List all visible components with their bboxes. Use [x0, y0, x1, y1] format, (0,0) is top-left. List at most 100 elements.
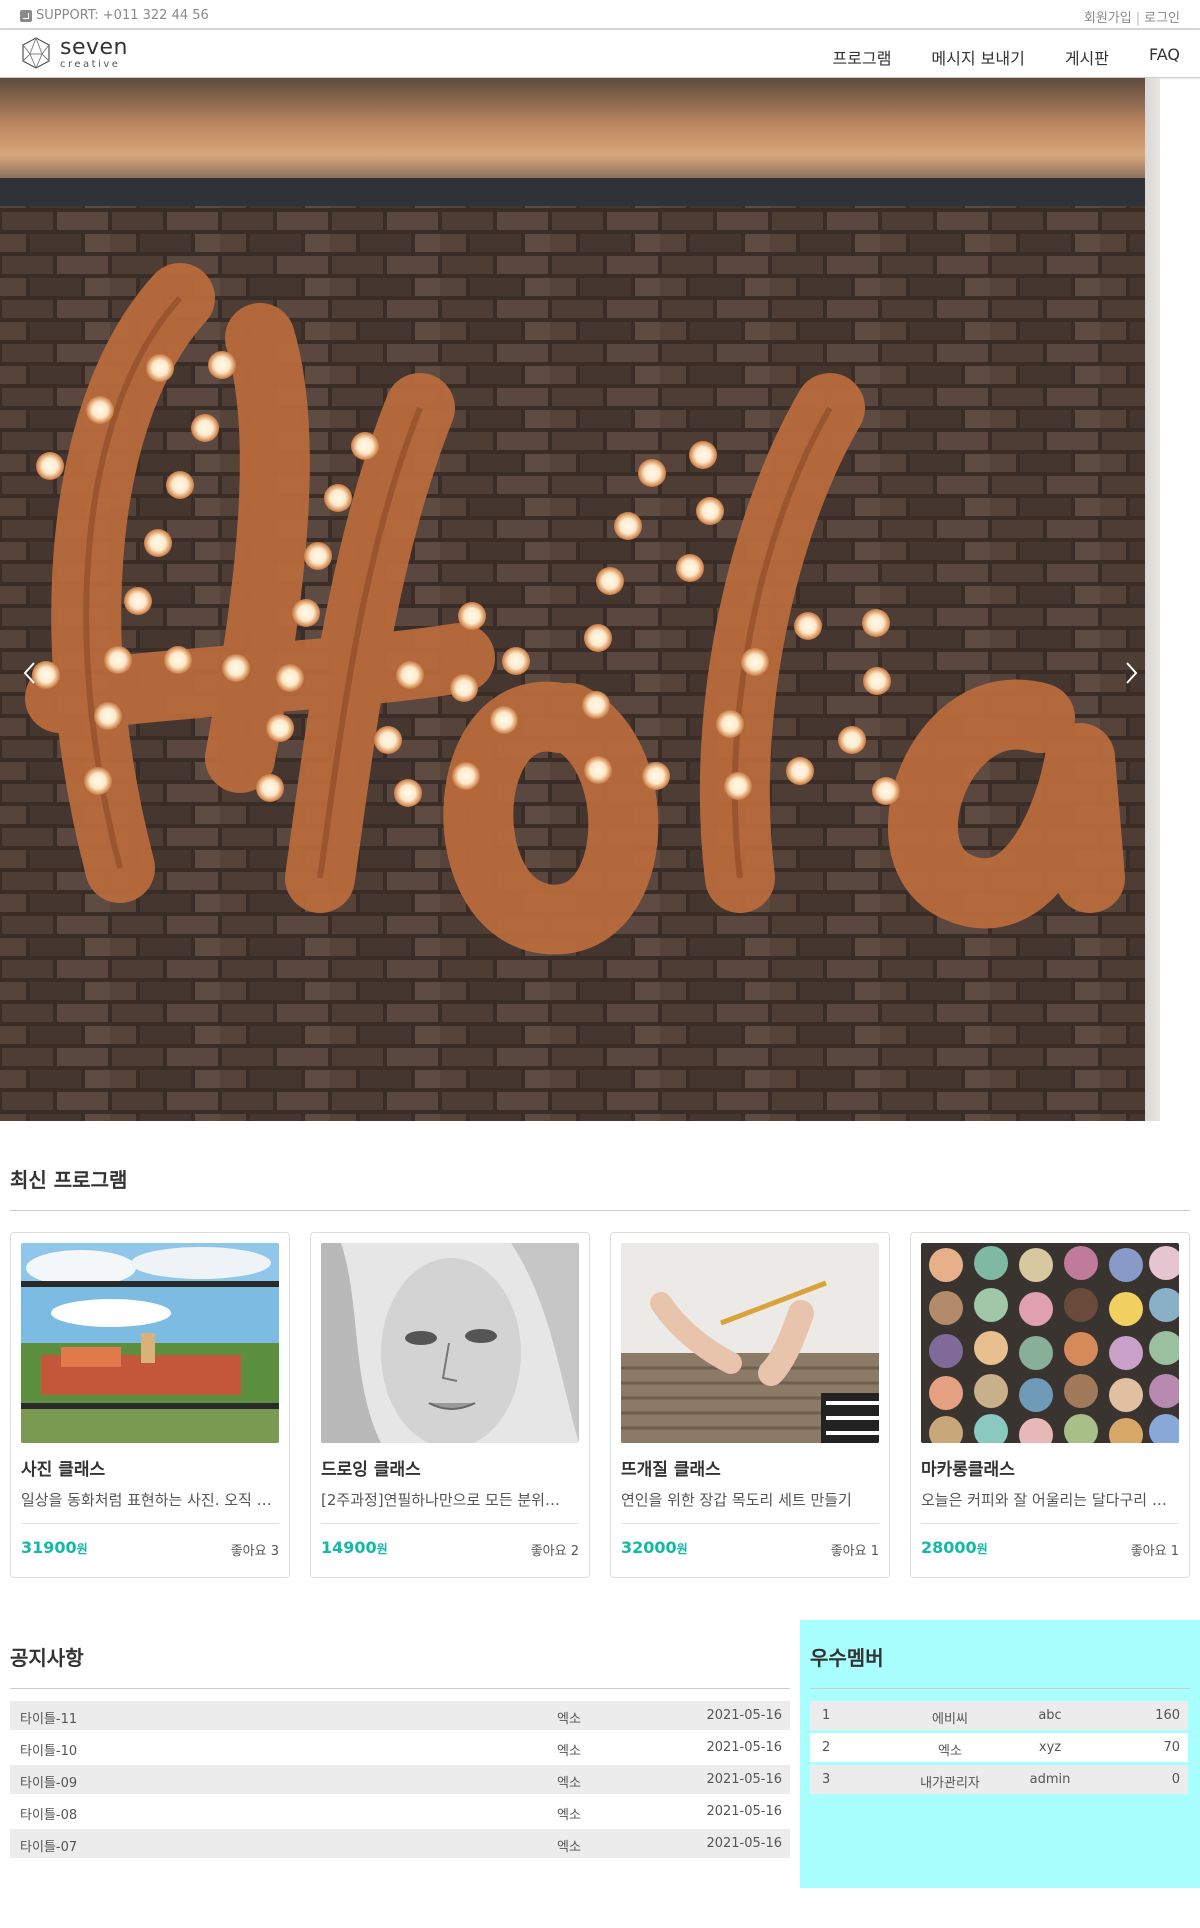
program-description: [2주과정]연필하나만으로 모든 분위… [321, 1491, 560, 1509]
chevron-right-icon [1126, 662, 1138, 684]
price-unit: 원 [976, 1542, 988, 1556]
notice-author: 엑소 [557, 1840, 581, 1855]
notice-title-cell: 타이틀-08 [20, 1808, 78, 1823]
program-likes: 좋아요 1 [1130, 1544, 1179, 1559]
price-value: 28000 [921, 1538, 977, 1557]
program-name: 사진 클래스 [21, 1460, 106, 1480]
notice-author: 엑소 [557, 1712, 581, 1727]
logo-wordmark: seven creative [60, 34, 128, 70]
program-name: 뜨개질 클래스 [621, 1460, 721, 1480]
program-price: 32000원 [621, 1538, 688, 1557]
program-name: 마카롱클래스 [921, 1460, 1015, 1480]
programs-title: 최신 프로그램 [10, 1168, 128, 1192]
member-name: 에비씨 [932, 1712, 968, 1727]
chevron-left-icon [23, 662, 35, 684]
notice-date: 2021-05-16 [706, 1740, 782, 1755]
crochet-image [621, 1243, 879, 1443]
member-row[interactable]: 2 엑소 xyz 70 [810, 1733, 1188, 1762]
program-card[interactable]: 드로잉 클래스 [2주과정]연필하나만으로 모든 분위… 14900원 좋아요 … [310, 1232, 590, 1578]
notice-date: 2021-05-16 [706, 1804, 782, 1819]
logo-sub: creative [60, 58, 121, 70]
notice-title-cell: 타이틀-09 [20, 1776, 78, 1791]
program-name: 드로잉 클래스 [321, 1460, 421, 1480]
main-nav: 프로그램 메시지 보내기 게시판 FAQ [833, 45, 1180, 69]
logo[interactable]: seven creative [20, 36, 128, 70]
hero-slider[interactable] [0, 78, 1160, 1121]
member-name: 내가관리자 [920, 1776, 980, 1791]
member-name: 엑소 [938, 1744, 962, 1759]
notice-author: 엑소 [557, 1808, 581, 1823]
slider-prev-button[interactable] [20, 658, 40, 688]
top-bar: SUPPORT: +011 322 44 56 회원가입 | 로그인 [0, 0, 1200, 30]
auth-links: 회원가입 | 로그인 [1084, 7, 1180, 26]
town-photo-image [21, 1243, 279, 1443]
check-square-icon [20, 9, 32, 22]
program-thumbnail-drawing [321, 1243, 579, 1443]
nav-item-programs[interactable]: 프로그램 [833, 45, 892, 69]
program-card[interactable]: 뜨개질 클래스 연인을 위한 장갑 목도리 세트 만들기 32000원 좋아요 … [610, 1232, 890, 1578]
program-thumbnail-knitting [621, 1243, 879, 1443]
notice-title-cell: 타이틀-10 [20, 1744, 78, 1759]
divider [921, 1523, 1179, 1524]
divider: | [1135, 11, 1141, 26]
next-slide-peek [1145, 78, 1160, 1121]
macarons-image [921, 1243, 1179, 1443]
notice-row[interactable]: 타이틀-10 엑소 2021-05-16 [10, 1733, 790, 1762]
pencil-portrait-image [321, 1243, 579, 1443]
notice-author: 엑소 [557, 1776, 581, 1791]
divider [810, 1688, 1190, 1689]
notice-row[interactable]: 타이틀-09 엑소 2021-05-16 [10, 1765, 790, 1794]
slider-next-button[interactable] [1121, 658, 1141, 688]
logo-main: seven [60, 34, 128, 60]
member-row[interactable]: 3 내가관리자 admin 0 [810, 1765, 1188, 1794]
nav-item-send-message[interactable]: 메시지 보내기 [931, 45, 1024, 69]
program-card[interactable]: 사진 클래스 일상을 동화처럼 표현하는 사진. 오직 … 31900원 좋아요… [10, 1232, 290, 1578]
notice-title-cell: 타이틀-07 [20, 1840, 78, 1855]
member-rank: 1 [822, 1708, 831, 1723]
notice-author: 엑소 [557, 1744, 581, 1759]
divider [21, 1523, 279, 1524]
divider [621, 1523, 879, 1524]
program-likes: 좋아요 1 [830, 1544, 879, 1559]
program-thumbnail-macaron [921, 1243, 1179, 1443]
program-likes: 좋아요 2 [530, 1544, 579, 1559]
price-value: 32000 [621, 1538, 677, 1557]
divider [10, 1688, 790, 1689]
member-id: xyz [1038, 1740, 1062, 1755]
program-description: 일상을 동화처럼 표현하는 사진. 오직 … [21, 1491, 272, 1509]
member-row[interactable]: 1 에비씨 abc 160 [810, 1701, 1188, 1730]
divider [10, 1210, 1190, 1211]
notice-date: 2021-05-16 [706, 1836, 782, 1851]
program-price: 31900원 [21, 1538, 88, 1557]
site-header: seven creative 프로그램 메시지 보내기 게시판 FAQ [0, 30, 1200, 78]
price-unit: 원 [76, 1542, 88, 1556]
price-unit: 원 [376, 1542, 388, 1556]
hero-image [0, 78, 1145, 1121]
top-members-panel: 우수멤버 1 에비씨 abc 160 2 엑소 xyz 70 3 내가관리자 a… [800, 1620, 1200, 1888]
notice-row[interactable]: 타이틀-07 엑소 2021-05-16 [10, 1829, 790, 1858]
notice-title: 공지사항 [10, 1646, 84, 1670]
signup-link[interactable]: 회원가입 [1084, 11, 1132, 26]
nav-item-board[interactable]: 게시판 [1065, 45, 1109, 69]
program-thumbnail-photo [21, 1243, 279, 1443]
member-score: 0 [1171, 1772, 1180, 1787]
notice-title-cell: 타이틀-11 [20, 1712, 78, 1727]
notice-date: 2021-05-16 [706, 1708, 782, 1723]
member-score: 70 [1163, 1740, 1180, 1755]
program-price: 28000원 [921, 1538, 988, 1557]
member-rank: 3 [822, 1772, 831, 1787]
nav-item-faq[interactable]: FAQ [1149, 45, 1180, 69]
notice-row[interactable]: 타이틀-11 엑소 2021-05-16 [10, 1701, 790, 1730]
program-description: 연인을 위한 장갑 목도리 세트 만들기 [621, 1491, 852, 1509]
program-card[interactable]: 마카롱클래스 오늘은 커피와 잘 어울리는 달다구리 … 28000원 좋아요 … [910, 1232, 1190, 1578]
support-text: SUPPORT: +011 322 44 56 [36, 8, 209, 23]
login-link[interactable]: 로그인 [1144, 11, 1180, 26]
members-title: 우수멤버 [810, 1646, 884, 1670]
notice-row[interactable]: 타이틀-08 엑소 2021-05-16 [10, 1797, 790, 1826]
price-unit: 원 [676, 1542, 688, 1556]
logo-icon [22, 37, 50, 70]
member-id: abc [1038, 1708, 1062, 1723]
notice-date: 2021-05-16 [706, 1772, 782, 1787]
price-value: 31900 [21, 1538, 77, 1557]
support-info: SUPPORT: +011 322 44 56 [20, 8, 209, 23]
